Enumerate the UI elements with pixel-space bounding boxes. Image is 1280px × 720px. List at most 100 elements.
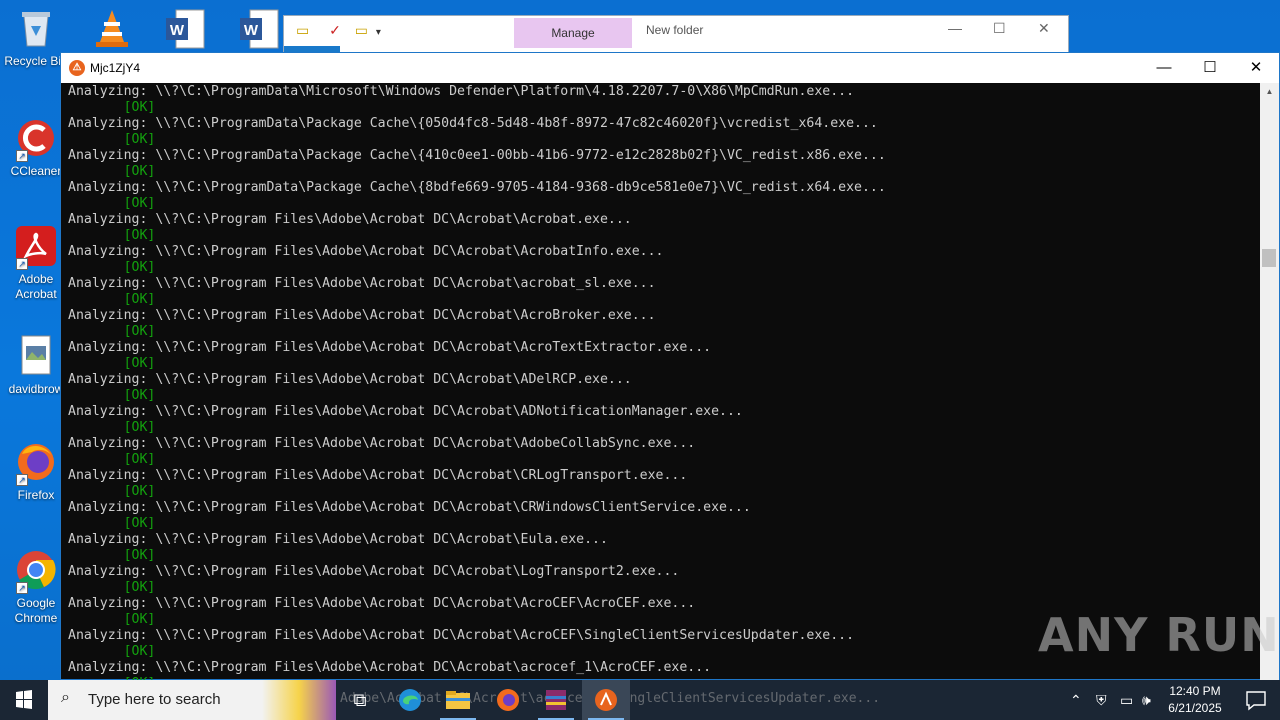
system-clock[interactable]: 12:40 PM 6/21/2025 xyxy=(1160,683,1230,717)
winrar-icon[interactable] xyxy=(532,680,580,720)
close-button[interactable]: ✕ xyxy=(1233,53,1279,83)
volume-icon[interactable]: 🕪 xyxy=(1142,680,1151,720)
task-view-icon[interactable]: ⧉ xyxy=(336,680,384,720)
clock-date: 6/21/2025 xyxy=(1168,701,1222,715)
console-line: Analyzing: \\?\C:\Program Files\Adobe\Ac… xyxy=(68,340,712,355)
edge-icon[interactable] xyxy=(386,680,434,720)
desktop-icon-firefox[interactable]: ↗ Firefox xyxy=(4,440,68,503)
console-ok-status: [OK] xyxy=(68,580,156,595)
console-ok-status: [OK] xyxy=(68,484,156,499)
console-line: Analyzing: \\?\C:\ProgramData\Microsoft\… xyxy=(68,84,855,99)
console-ok-status: [OK] xyxy=(68,452,156,467)
console-line: Analyzing: \\?\C:\Program Files\Adobe\Ac… xyxy=(68,404,743,419)
shortcut-arrow-icon: ↗ xyxy=(16,474,28,486)
desktop-icon-label: davidbrow xyxy=(8,382,64,396)
vlc-icon[interactable] xyxy=(90,6,134,50)
console-line: Analyzing: \\?\C:\Program Files\Adobe\Ac… xyxy=(68,308,656,323)
scroll-up-icon[interactable]: ▲ xyxy=(1260,87,1279,96)
anyrun-app-icon: ⚠ xyxy=(69,60,85,76)
console-window[interactable]: ⚠ Mjc1ZjY4 — ☐ ✕ Analyzing: \\?\C:\Progr… xyxy=(60,52,1280,680)
search-icon: ⌕ xyxy=(61,689,70,706)
console-line: Analyzing: \\?\C:\Program Files\Adobe\Ac… xyxy=(68,372,632,387)
new-folder-icon[interactable]: ▭ xyxy=(355,22,368,38)
word-document-icon[interactable]: W xyxy=(164,8,208,52)
anyrun-taskbar-icon[interactable] xyxy=(582,680,630,720)
console-line: Analyzing: \\?\C:\Program Files\Adobe\Ac… xyxy=(68,660,712,675)
chrome-icon: ↗ xyxy=(14,548,58,594)
console-ok-status: [OK] xyxy=(68,132,156,147)
recycle-bin-icon xyxy=(14,6,58,50)
windows-logo-icon xyxy=(16,690,32,709)
chevron-down-icon[interactable]: ▾ xyxy=(376,27,381,38)
search-box[interactable]: ⌕ Type here to search xyxy=(48,680,336,720)
desktop-icon-label: CCleaner xyxy=(10,164,62,178)
desktop-icon-label: Adobe Acrobat xyxy=(15,272,57,301)
console-ok-status: [OK] xyxy=(68,260,156,275)
security-icon[interactable]: ⛨ xyxy=(1096,680,1107,720)
desktop-icon-ccleaner[interactable]: ↗ CCleaner xyxy=(4,116,68,179)
console-ok-status: [OK] xyxy=(68,516,156,531)
console-ok-status: [OK] xyxy=(68,228,156,243)
maximize-button[interactable]: ☐ xyxy=(1187,53,1233,83)
network-icon[interactable]: ▭ xyxy=(1120,680,1133,720)
explorer-title: New folder xyxy=(646,23,704,37)
maximize-icon[interactable]: ☐ xyxy=(993,20,1006,37)
console-ok-status: [OK] xyxy=(68,356,156,371)
firefox-icon: ↗ xyxy=(14,440,58,486)
console-line: Analyzing: \\?\C:\Program Files\Adobe\Ac… xyxy=(68,532,608,547)
firefox-taskbar-icon[interactable] xyxy=(484,680,532,720)
desktop-icon-label: Recycle Bin xyxy=(4,54,68,68)
console-titlebar[interactable]: ⚠ Mjc1ZjY4 — ☐ ✕ xyxy=(61,53,1279,83)
shortcut-arrow-icon: ↗ xyxy=(16,258,28,270)
desktop-icon-recycle-bin[interactable]: Recycle Bin xyxy=(4,6,68,69)
quick-access-toolbar[interactable]: ▭ ✓ ▭ ▾ xyxy=(296,22,381,39)
chevron-up-icon[interactable]: ⌃ xyxy=(1070,680,1082,720)
anyrun-watermark: ANY RUN xyxy=(1038,608,1280,662)
shortcut-arrow-icon: ↗ xyxy=(16,582,28,594)
scrollbar-thumb[interactable] xyxy=(1262,249,1276,267)
console-scrollbar[interactable]: ▲ xyxy=(1260,83,1279,680)
console-ok-status: [OK] xyxy=(68,324,156,339)
taskbar: ⌕ Type here to search Adobe\Acrobat DC\A… xyxy=(0,680,1280,720)
clock-time: 12:40 PM xyxy=(1169,684,1221,698)
console-line: Analyzing: \\?\C:\ProgramData\Package Ca… xyxy=(68,148,886,163)
console-line: Analyzing: \\?\C:\Program Files\Adobe\Ac… xyxy=(68,564,680,579)
notification-icon xyxy=(1246,691,1266,711)
console-ok-status: [OK] xyxy=(68,292,156,307)
shortcut-arrow-icon: ↗ xyxy=(16,150,28,162)
console-line: Analyzing: \\?\C:\Program Files\Adobe\Ac… xyxy=(68,468,688,483)
console-line: Analyzing: \\?\C:\Program Files\Adobe\Ac… xyxy=(68,276,656,291)
console-ok-status: [OK] xyxy=(68,548,156,563)
console-line: Analyzing: \\?\C:\Program Files\Adobe\Ac… xyxy=(68,212,632,227)
properties-icon[interactable]: ✓ xyxy=(329,22,341,38)
desktop-icon-adobe-acrobat[interactable]: ↗ Adobe Acrobat xyxy=(4,224,68,302)
ccleaner-icon: ↗ xyxy=(14,116,58,162)
search-highlight-image xyxy=(262,680,336,720)
adobe-acrobat-icon: ↗ xyxy=(14,224,58,270)
search-placeholder: Type here to search xyxy=(88,691,221,708)
start-button[interactable] xyxy=(0,680,48,720)
notification-button[interactable] xyxy=(1232,680,1280,720)
word-document-icon[interactable]: W xyxy=(238,8,282,52)
svg-text:W: W xyxy=(170,22,185,39)
console-line: Analyzing: \\?\C:\Program Files\Adobe\Ac… xyxy=(68,436,696,451)
minimize-button[interactable]: — xyxy=(1141,53,1187,83)
console-ok-status: [OK] xyxy=(68,196,156,211)
console-ok-status: [OK] xyxy=(68,388,156,403)
desktop-icon-google-chrome[interactable]: ↗ Google Chrome xyxy=(4,548,68,626)
console-ok-status: [OK] xyxy=(68,420,156,435)
console-output[interactable]: Analyzing: \\?\C:\ProgramData\Microsoft\… xyxy=(61,83,1261,680)
folder-icon[interactable]: ▭ xyxy=(296,22,309,38)
desktop-icon-label: Firefox xyxy=(17,488,55,502)
console-line: Analyzing: \\?\C:\ProgramData\Package Ca… xyxy=(68,116,878,131)
minimize-icon[interactable]: — xyxy=(948,20,962,36)
file-explorer-icon[interactable] xyxy=(434,680,482,720)
console-line: Analyzing: \\?\C:\ProgramData\Package Ca… xyxy=(68,180,886,195)
close-icon[interactable]: ✕ xyxy=(1038,20,1050,37)
desktop-icon-davidbrow[interactable]: davidbrow xyxy=(4,334,68,397)
tab-manage[interactable]: Manage xyxy=(514,18,632,48)
desktop-icon-label: Google Chrome xyxy=(14,596,58,625)
console-ok-status: [OK] xyxy=(68,164,156,179)
desktop: Recycle Bin ↗ CCleaner ↗ Adobe Acrobat d… xyxy=(0,0,1280,680)
svg-text:W: W xyxy=(244,22,259,39)
